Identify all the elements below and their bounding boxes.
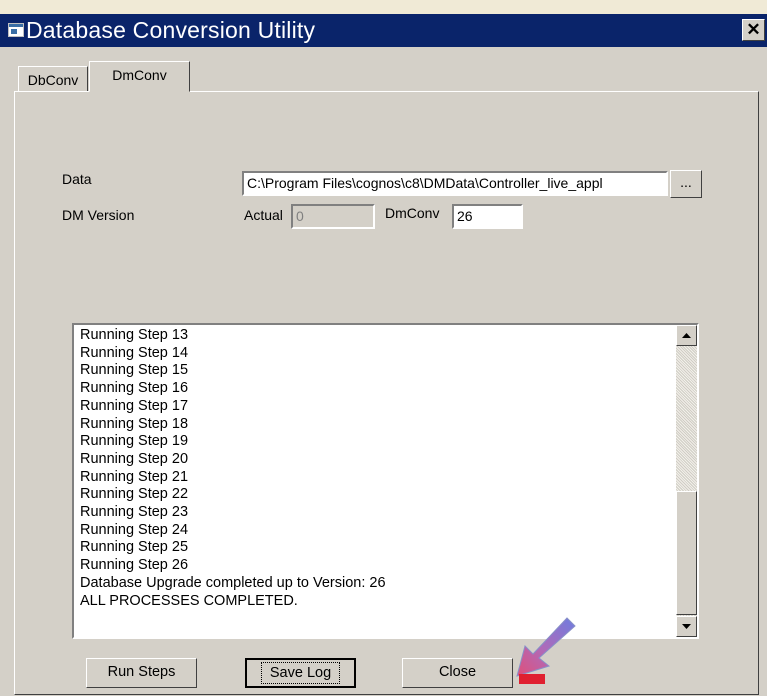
scroll-up-button[interactable]: [676, 325, 697, 346]
dm-version-label: DM Version: [62, 207, 135, 223]
log-line: Running Step 15: [80, 362, 189, 379]
dmconv-label: DmConv: [385, 205, 440, 221]
scroll-thumb[interactable]: [676, 491, 697, 615]
pointer-arrow-icon: [516, 617, 576, 684]
close-icon: ✕: [746, 20, 761, 39]
log-line: Running Step 18: [80, 415, 189, 432]
log-line: Running Step 23: [80, 504, 189, 521]
log-listbox[interactable]: Running Step 13 Running Step 14 Running …: [72, 323, 699, 639]
dmconv-version-field[interactable]: 26: [452, 204, 523, 229]
run-steps-button[interactable]: Run Steps: [86, 658, 197, 688]
log-line: Running Step 21: [80, 468, 189, 485]
tab-dmconv[interactable]: DmConv: [89, 61, 190, 92]
save-log-button[interactable]: Save Log: [245, 658, 356, 688]
log-line: Running Step 26: [80, 557, 189, 574]
close-button[interactable]: Close: [402, 658, 513, 688]
title-bar[interactable]: Database Conversion Utility ✕: [0, 14, 767, 47]
actual-version-field: 0: [291, 204, 375, 229]
log-line: Running Step 19: [80, 433, 189, 450]
log-lines: Running Step 13 Running Step 14 Running …: [80, 327, 670, 610]
tab-dmconv-label: DmConv: [112, 67, 167, 83]
browse-button[interactable]: ...: [670, 170, 702, 198]
log-line: Running Step 22: [80, 486, 189, 503]
tab-dbconv-label: DbConv: [27, 72, 79, 88]
app-window-icon: [8, 23, 24, 37]
data-label: Data: [62, 171, 92, 187]
log-line: Running Step 17: [80, 397, 189, 414]
log-line: Running Step 14: [80, 344, 189, 361]
log-line: Running Step 25: [80, 539, 189, 556]
scroll-down-button[interactable]: [676, 616, 697, 637]
log-scrollbar[interactable]: [676, 325, 697, 637]
window-title: Database Conversion Utility: [26, 17, 316, 43]
data-path-field[interactable]: C:\Program Files\cognos\c8\DMData\Contro…: [242, 171, 668, 196]
log-line: ALL PROCESSES COMPLETED.: [80, 592, 298, 609]
log-line: Running Step 16: [80, 380, 189, 397]
actual-label: Actual: [244, 207, 283, 223]
log-line: Running Step 24: [80, 521, 189, 538]
tab-dbconv[interactable]: DbConv: [18, 66, 88, 92]
save-log-label: Save Log: [260, 662, 341, 684]
log-line: Running Step 13: [80, 327, 189, 343]
log-line: Database Upgrade completed up to Version…: [80, 574, 386, 591]
close-window-button[interactable]: ✕: [742, 19, 765, 41]
arrow-down-icon: [682, 624, 691, 629]
arrow-up-icon: [682, 333, 691, 338]
top-strip: [0, 0, 767, 14]
log-line: Running Step 20: [80, 450, 189, 467]
